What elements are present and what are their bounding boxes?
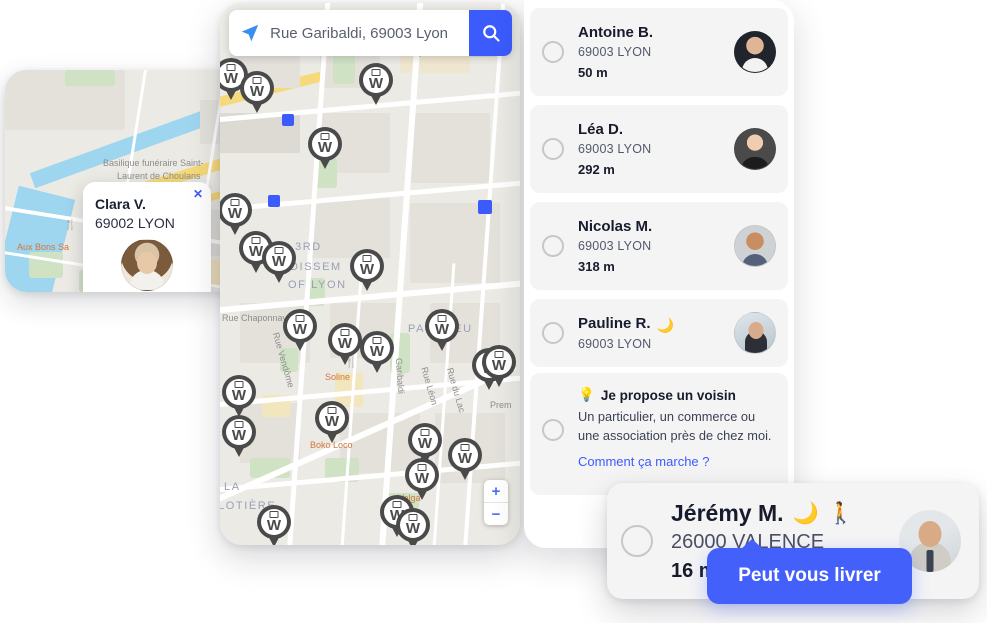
radio-button[interactable]	[542, 138, 564, 160]
map-label-district: OF LYON	[288, 279, 347, 291]
list-item-zip: 69003 LYON	[578, 239, 652, 254]
how-it-works-link[interactable]: Comment ça marche ?	[578, 454, 710, 469]
radio-button[interactable]	[542, 419, 564, 441]
tooltip-text: Peut vous livrer	[738, 565, 881, 586]
avatar	[734, 128, 776, 170]
map-pin[interactable]: W	[222, 415, 256, 459]
map-label: Prem	[490, 400, 512, 410]
popup-name: Clara V.	[95, 196, 146, 212]
list-item[interactable]: Léa D. 69003 LYON 292 m	[530, 105, 788, 193]
title-text: Je propose un voisin	[600, 387, 736, 403]
radio-button[interactable]	[542, 322, 564, 344]
main-map-canvas[interactable]: Le Napoulain Le Brodway Japontori Pepper…	[220, 3, 520, 545]
list-item[interactable]: Pauline R. 🌙 69003 LYON	[530, 299, 788, 367]
transit-icon	[478, 200, 492, 214]
name-text: Jérémy M.	[671, 499, 784, 526]
map-label: Basilique funéraire Saint-	[103, 158, 204, 168]
restaurant-icon: 🍴	[64, 220, 77, 231]
radio-button[interactable]	[621, 525, 653, 557]
popup-zip: 69002 LYON	[95, 215, 175, 231]
name-text: Léa D.	[578, 120, 624, 138]
avatar	[734, 31, 776, 73]
avatar	[734, 312, 776, 354]
map-label-district: DISSEM	[290, 261, 342, 273]
jeremy-name: Jérémy M. 🌙 🚶	[671, 500, 899, 527]
moon-icon: 🌙	[656, 316, 674, 333]
list-item-name: Léa D.	[578, 121, 726, 140]
map-label-poi: Soline	[325, 372, 351, 382]
map-pin[interactable]: W	[482, 345, 516, 389]
map-pin[interactable]: W	[396, 508, 430, 545]
map-pin[interactable]: W	[308, 127, 342, 171]
propose-neighbor-info: 💡 Je propose un voisin Un particulier, u…	[578, 387, 776, 471]
propose-neighbor-title: 💡 Je propose un voisin	[578, 387, 776, 403]
map-label-district: PA	[408, 323, 426, 335]
list-item-info: Pauline R. 🌙 69003 LYON	[578, 315, 726, 351]
zoom-out-button[interactable]: −	[484, 503, 508, 525]
map-pin[interactable]: W	[360, 331, 394, 375]
map-pin[interactable]: W	[315, 401, 349, 445]
name-text: Pauline R.	[578, 315, 651, 333]
list-item-distance: 292 m	[578, 162, 615, 178]
list-item[interactable]: Antoine B. 69003 LYON 50 m	[530, 8, 788, 96]
propose-neighbor-card[interactable]: 💡 Je propose un voisin Un particulier, u…	[530, 373, 788, 495]
list-item-name: Pauline R. 🌙	[578, 315, 726, 334]
delivery-tooltip: Peut vous livrer	[707, 539, 912, 604]
list-item-zip: 69003 LYON	[578, 336, 652, 351]
radio-button[interactable]	[542, 235, 564, 257]
map-zoom-controls[interactable]: + −	[484, 480, 508, 525]
list-item-zip: 69003 LYON	[578, 45, 652, 60]
list-item-info: Antoine B. 69003 LYON 50 m	[578, 24, 726, 81]
tie-shape	[926, 550, 934, 572]
radio-button[interactable]	[542, 41, 564, 63]
city-block	[410, 113, 490, 183]
list-item-info: Nicolas M. 69003 LYON 318 m	[578, 218, 726, 275]
search-button[interactable]	[469, 10, 512, 56]
map-pin[interactable]: W	[262, 241, 296, 285]
neighbor-list-panel[interactable]: Antoine B. 69003 LYON 50 m Léa D. 69003 …	[524, 0, 794, 548]
zoom-in-button[interactable]: +	[484, 480, 508, 502]
avatar	[121, 239, 173, 291]
screenshot-stage: Basilique funéraire Saint- Laurent de Ch…	[0, 0, 987, 623]
map-search-bar[interactable]	[229, 10, 512, 56]
map-pin[interactable]: W	[328, 323, 362, 367]
map-popup-clara[interactable]: ✕ Clara V. 69002 LYON	[83, 182, 211, 292]
list-item-name: Antoine B.	[578, 24, 726, 43]
map-label: Rue Chaponnay	[222, 313, 288, 323]
list-item-info: Léa D. 69003 LYON 292 m	[578, 121, 726, 178]
map-label: Laurent de Choulans	[117, 171, 201, 181]
close-icon[interactable]: ✕	[193, 188, 203, 200]
avatar	[734, 225, 776, 267]
map-pin[interactable]: W	[257, 505, 291, 545]
map-label-poi: Aux Bons Sa	[17, 242, 70, 252]
search-input[interactable]	[270, 10, 470, 56]
map-label-district: 3RD	[295, 241, 322, 253]
list-item-name: Nicolas M.	[578, 218, 726, 237]
map-pin[interactable]: W	[425, 309, 459, 353]
walking-icon: 🚶	[827, 501, 854, 525]
map-pin[interactable]: W	[359, 63, 393, 107]
transit-icon	[282, 114, 294, 126]
list-item-distance: 318 m	[578, 259, 615, 275]
list-item-zip: 69003 LYON	[578, 142, 652, 157]
map-pin[interactable]: W	[350, 249, 384, 293]
transit-icon	[268, 195, 280, 207]
map-pin[interactable]: W	[222, 375, 256, 419]
list-item-distance: 50 m	[578, 65, 608, 81]
main-map-card[interactable]: Le Napoulain Le Brodway Japontori Pepper…	[220, 3, 520, 545]
name-text: Antoine B.	[578, 23, 653, 41]
lightbulb-icon: 💡	[578, 387, 595, 402]
map-pin[interactable]: W	[283, 309, 317, 353]
park-shape	[65, 70, 115, 86]
map-pin[interactable]: W	[448, 438, 482, 482]
moon-icon: 🌙	[792, 501, 819, 525]
navigation-arrow-icon[interactable]	[229, 22, 270, 44]
map-label-district: LA	[224, 481, 241, 493]
propose-neighbor-body: Un particulier, un commerce ou une assoc…	[578, 409, 772, 443]
name-text: Nicolas M.	[578, 217, 653, 235]
map-pin[interactable]: W	[240, 71, 274, 115]
list-item[interactable]: Nicolas M. 69003 LYON 318 m	[530, 202, 788, 290]
